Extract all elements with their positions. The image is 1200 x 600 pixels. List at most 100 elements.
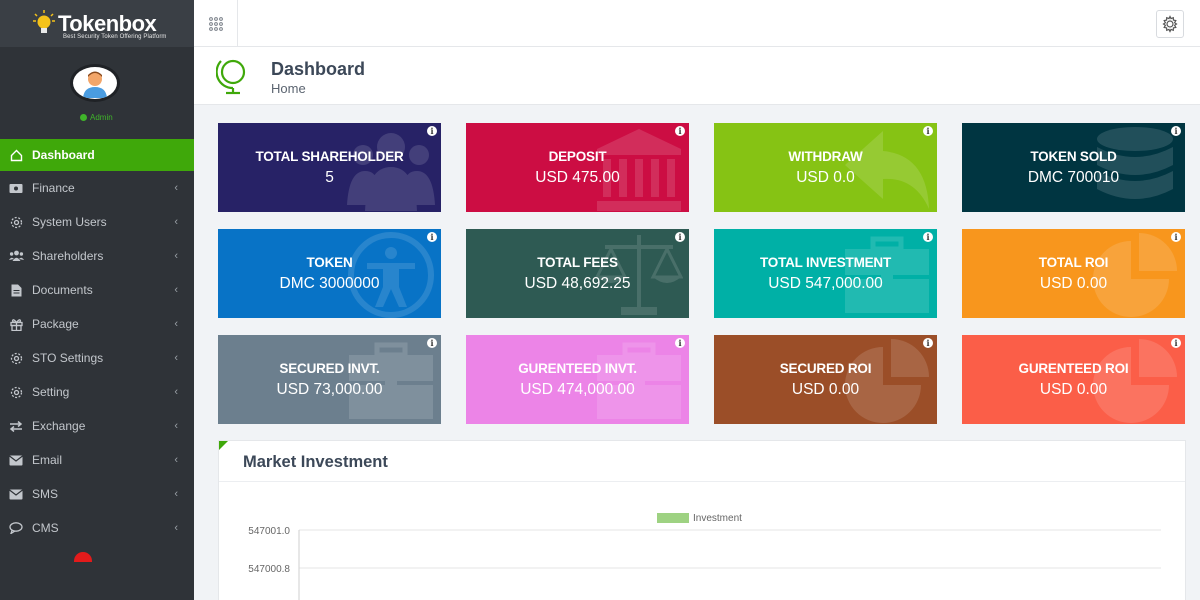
info-icon[interactable]: i xyxy=(1171,338,1181,348)
y-tick-label: 547000.8 xyxy=(248,564,290,575)
chevron-left-icon: ‹ xyxy=(174,352,178,364)
chevron-left-icon: ‹ xyxy=(174,386,178,398)
sidebar-menu: Dashboard Finance ‹ System Users ‹ Shareholde… xyxy=(0,139,194,545)
sidebar-item-label: Shareholders xyxy=(32,249,104,263)
sidebar-item-setting[interactable]: Setting ‹ xyxy=(0,375,194,409)
sidebar: Tokenbox Best Security Token Offering Pl… xyxy=(0,0,194,600)
page-title: Dashboard xyxy=(271,59,366,79)
sidebar-item-label: STO Settings xyxy=(32,351,104,365)
info-icon[interactable]: i xyxy=(923,338,933,348)
card-value: USD 0.00 xyxy=(791,381,860,398)
info-icon[interactable]: i xyxy=(427,126,437,136)
role-status: Admin xyxy=(80,113,113,122)
sidebar-item-finance[interactable]: Finance ‹ xyxy=(0,171,194,205)
card-token[interactable]: i TOKEN DMC 3000000 xyxy=(218,229,441,318)
chevron-left-icon: ‹ xyxy=(174,318,178,330)
money-icon xyxy=(8,181,24,195)
card-total-investment[interactable]: i TOTAL INVESTMENT USD 547,000.00 xyxy=(714,229,937,318)
exchange-icon xyxy=(8,419,24,433)
page-header: Dashboard Home xyxy=(194,47,1200,105)
card-label: TOKEN xyxy=(306,255,353,270)
top-bar xyxy=(194,0,1200,47)
sidebar-item-label: CMS xyxy=(32,521,59,535)
card-value: USD 48,692.25 xyxy=(524,275,631,292)
card-label: TOKEN SOLD xyxy=(1030,149,1117,164)
sidebar-item-label: Package xyxy=(32,317,79,331)
chevron-left-icon: ‹ xyxy=(174,216,178,228)
card-total-shareholder[interactable]: i TOTAL SHAREHOLDER 5 xyxy=(218,123,441,212)
gear-icon xyxy=(8,215,24,229)
sidebar-item-sto-settings[interactable]: STO Settings ‹ xyxy=(0,341,194,375)
info-icon[interactable]: i xyxy=(923,232,933,242)
avatar[interactable] xyxy=(70,64,120,102)
card-deposit[interactable]: i DEPOSIT USD 475.00 xyxy=(466,123,689,212)
gift-icon xyxy=(8,317,24,331)
brand-logo[interactable]: Tokenbox Best Security Token Offering Pl… xyxy=(0,0,194,47)
user-avatar-icon xyxy=(83,71,107,98)
card-gurenteed-roi[interactable]: i GURENTEED ROI USD 0.00 xyxy=(962,335,1185,424)
card-label: WITHDRAW xyxy=(788,149,863,164)
card-secured-invt[interactable]: i SECURED INVT. USD 73,000.00 xyxy=(218,335,441,424)
sidebar-item-sms[interactable]: SMS ‹ xyxy=(0,477,194,511)
breadcrumb[interactable]: Home xyxy=(271,81,306,96)
notification-indicator xyxy=(74,552,92,562)
sidebar-item-documents[interactable]: Documents ‹ xyxy=(0,273,194,307)
home-icon xyxy=(8,148,24,162)
info-icon[interactable]: i xyxy=(675,338,685,348)
lightbulb-icon xyxy=(33,10,55,33)
info-icon[interactable]: i xyxy=(675,126,685,136)
apps-grid-button[interactable] xyxy=(194,0,238,47)
brand-name-prefix: Token xyxy=(58,11,119,36)
legend-swatch xyxy=(657,513,689,523)
sidebar-item-package[interactable]: Package ‹ xyxy=(0,307,194,341)
card-value: USD 547,000.00 xyxy=(768,275,883,292)
sidebar-item-label: Finance xyxy=(32,181,75,195)
card-label: SECURED INVT. xyxy=(279,361,380,376)
card-value: USD 73,000.00 xyxy=(276,381,383,398)
sidebar-item-dashboard[interactable]: Dashboard xyxy=(0,139,194,171)
market-investment-chart: Investment 547001.0 547000.8 xyxy=(248,513,1161,600)
gear-icon xyxy=(8,385,24,399)
sidebar-item-system-users[interactable]: System Users ‹ xyxy=(0,205,194,239)
card-label: TOTAL SHAREHOLDER xyxy=(255,149,404,164)
info-icon[interactable]: i xyxy=(427,232,437,242)
chevron-left-icon: ‹ xyxy=(174,488,178,500)
sidebar-item-label: Setting xyxy=(32,385,70,399)
card-value: USD 0.0 xyxy=(796,169,855,186)
users-icon xyxy=(8,249,24,263)
card-label: GURENTEED ROI xyxy=(1018,361,1129,376)
sidebar-item-exchange[interactable]: Exchange ‹ xyxy=(0,409,194,443)
card-value: USD 0.00 xyxy=(1039,275,1108,292)
info-icon[interactable]: i xyxy=(675,232,685,242)
sidebar-item-label: Email xyxy=(32,453,63,467)
sidebar-item-cms[interactable]: CMS ‹ xyxy=(0,511,194,545)
card-value: DMC 700010 xyxy=(1027,169,1120,186)
sidebar-item-label: Exchange xyxy=(32,419,86,433)
card-token-sold[interactable]: i TOKEN SOLD DMC 700010 xyxy=(962,123,1185,212)
chevron-left-icon: ‹ xyxy=(174,522,178,534)
market-investment-panel: Market Investment Investment 547001.0 5470… xyxy=(218,440,1186,600)
info-icon[interactable]: i xyxy=(1171,126,1181,136)
document-icon xyxy=(8,283,24,297)
card-total-roi[interactable]: i TOTAL ROI USD 0.00 xyxy=(962,229,1185,318)
brand-tagline: Best Security Token Offering Platform xyxy=(63,34,167,40)
chevron-left-icon: ‹ xyxy=(174,454,178,466)
info-icon[interactable]: i xyxy=(923,126,933,136)
sidebar-item-label: System Users xyxy=(32,215,107,229)
chevron-left-icon: ‹ xyxy=(174,284,178,296)
card-label: DEPOSIT xyxy=(548,149,607,164)
card-withdraw[interactable]: i WITHDRAW USD 0.0 xyxy=(714,123,937,212)
sidebar-item-email[interactable]: Email ‹ xyxy=(0,443,194,477)
sidebar-item-label: Documents xyxy=(32,283,93,297)
settings-button[interactable] xyxy=(1156,10,1184,38)
sidebar-item-shareholders[interactable]: Shareholders ‹ xyxy=(0,239,194,273)
globe-icon xyxy=(216,59,246,95)
card-gurenteed-invt[interactable]: i GURENTEED INVT. USD 474,000.00 xyxy=(466,335,689,424)
chevron-left-icon: ‹ xyxy=(174,182,178,194)
online-status-dot xyxy=(80,114,87,121)
card-secured-roi[interactable]: i SECURED ROI USD 0.00 xyxy=(714,335,937,424)
info-icon[interactable]: i xyxy=(1171,232,1181,242)
grid-icon xyxy=(208,16,223,31)
card-total-fees[interactable]: i TOTAL FEES USD 48,692.25 xyxy=(466,229,689,318)
info-icon[interactable]: i xyxy=(427,338,437,348)
